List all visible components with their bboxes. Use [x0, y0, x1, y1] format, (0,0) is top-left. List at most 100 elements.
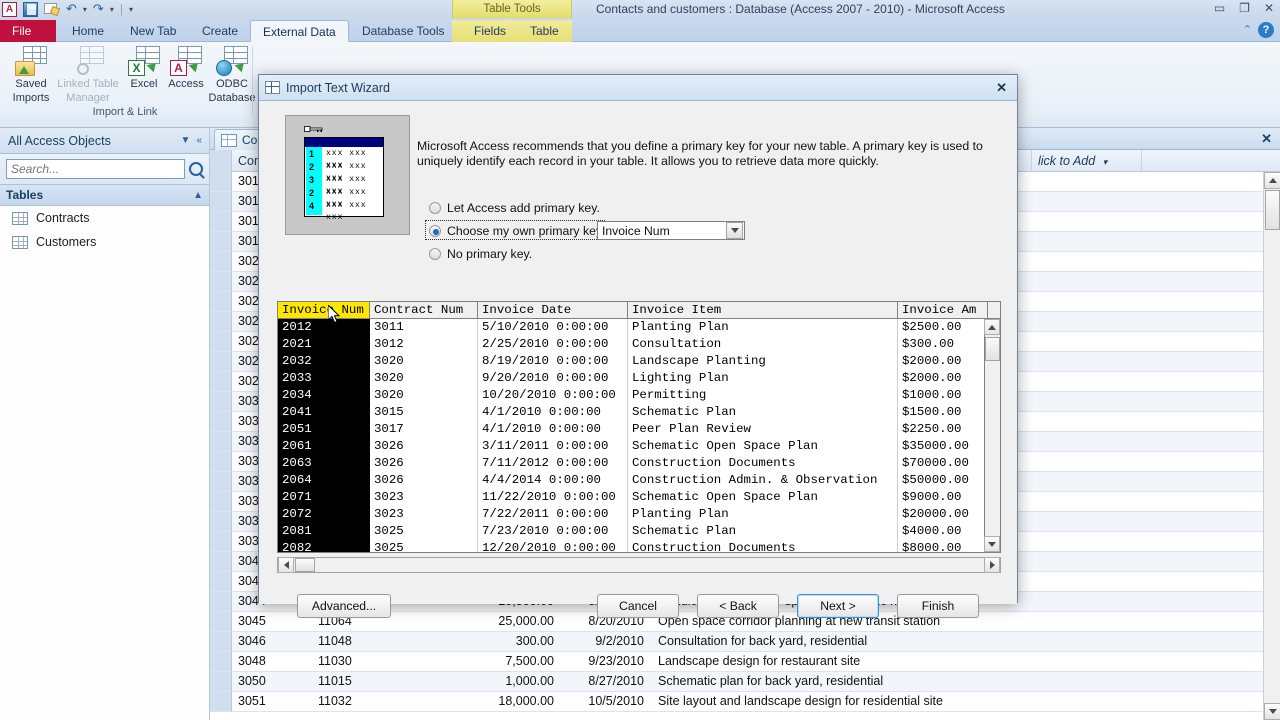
row-selector[interactable] — [210, 632, 232, 651]
option-choose-own[interactable]: Choose my own primary key. — [425, 220, 605, 241]
preview-grid-cell[interactable]: 3020 — [370, 370, 478, 387]
cell-date[interactable]: 8/27/2010 — [562, 672, 652, 691]
cell-contract-id[interactable]: 3051 — [232, 692, 312, 711]
preview-grid-cell[interactable]: 3025 — [370, 523, 478, 540]
cell-contract-id[interactable]: 3046 — [232, 632, 312, 651]
search-icon[interactable] — [189, 162, 203, 176]
preview-grid-cell[interactable]: 3020 — [370, 387, 478, 404]
preview-grid-cell[interactable]: $2000.00 — [898, 353, 988, 370]
preview-grid-cell[interactable]: $300.00 — [898, 336, 988, 353]
preview-grid-cell[interactable]: Schematic Open Space Plan — [628, 438, 898, 455]
scroll-down-button[interactable] — [1264, 703, 1280, 720]
cell-date[interactable]: 9/2/2010 — [562, 632, 652, 651]
finish-button[interactable]: Finish — [897, 594, 979, 618]
preview-grid-cell[interactable]: 2081 — [278, 523, 370, 540]
redo-icon[interactable]: ↷ — [93, 1, 104, 17]
collapse-nav-pane-icon[interactable]: « — [193, 135, 205, 146]
radio-choose-own[interactable] — [429, 224, 441, 237]
cell-description[interactable]: Schematic plan for back yard, residentia… — [652, 672, 1272, 691]
preview-grid-cell[interactable]: 3011 — [370, 319, 478, 336]
preview-column-header[interactable]: Invoice Am — [898, 302, 988, 318]
row-selector[interactable] — [210, 452, 232, 471]
preview-grid-cell[interactable]: 2/25/2010 0:00:00 — [478, 336, 628, 353]
preview-grid-cell[interactable]: Construction Admin. & Observation — [628, 472, 898, 489]
preview-grid-row[interactable]: 2081 3025 7/23/2010 0:00:00 Schematic Plan $… — [278, 523, 1000, 540]
row-selector[interactable] — [210, 672, 232, 691]
custom-tool-icon[interactable] — [44, 1, 61, 17]
preview-grid-cell[interactable]: 4/1/2010 0:00:00 — [478, 404, 628, 421]
preview-scroll-down-button[interactable] — [984, 536, 1000, 552]
tab-table[interactable]: Table — [518, 20, 571, 42]
tab-home[interactable]: Home — [60, 20, 116, 42]
preview-grid-cell[interactable]: 3026 — [370, 455, 478, 472]
preview-grid-cell[interactable]: 5/10/2010 0:00:00 — [478, 319, 628, 336]
preview-grid-cell[interactable]: 12/20/2010 0:00:00 — [478, 540, 628, 552]
table-row[interactable]: 3050 11015 1,000.00 8/27/2010 Schematic plan… — [210, 672, 1280, 692]
cell-contract-num[interactable]: 11048 — [312, 632, 432, 651]
scroll-up-button[interactable] — [1264, 172, 1280, 189]
preview-grid-cell[interactable]: 9/20/2010 0:00:00 — [478, 370, 628, 387]
preview-grid-row[interactable]: 2072 3023 7/22/2011 0:00:00 Planting Plan $2… — [278, 506, 1000, 523]
option-let-access-add[interactable]: Let Access add primary key. — [429, 197, 605, 218]
preview-grid-row[interactable]: 2012 3011 5/10/2010 0:00:00 Planting Plan $2… — [278, 319, 1000, 336]
chevron-up-icon[interactable]: ▲ — [193, 190, 203, 201]
preview-grid-row[interactable]: 2082 3025 12/20/2010 0:00:00 Construction D… — [278, 540, 1000, 552]
radio-no-primary-key[interactable] — [429, 247, 441, 260]
preview-grid-cell[interactable]: Schematic Open Space Plan — [628, 489, 898, 506]
preview-column-header[interactable]: Contract Num — [370, 302, 478, 318]
preview-grid-cell[interactable]: Schematic Plan — [628, 404, 898, 421]
cell-contract-id[interactable]: 3048 — [232, 652, 312, 671]
preview-grid-cell[interactable]: 7/11/2012 0:00:00 — [478, 455, 628, 472]
select-all-corner[interactable] — [210, 150, 232, 172]
row-selector[interactable] — [210, 172, 232, 191]
preview-grid-cell[interactable]: $2500.00 — [898, 319, 988, 336]
primary-key-select[interactable]: Invoice Num — [597, 221, 745, 240]
preview-grid-cell[interactable]: $9000.00 — [898, 489, 988, 506]
chevron-down-icon[interactable]: ▼ — [178, 135, 194, 146]
preview-grid-row[interactable]: 2033 3020 9/20/2010 0:00:00 Lighting Plan $2… — [278, 370, 1000, 387]
preview-grid-cell[interactable]: 3017 — [370, 421, 478, 438]
cell-contract-num[interactable]: 11030 — [312, 652, 432, 671]
row-selector[interactable] — [210, 652, 232, 671]
preview-grid-row[interactable]: 2032 3020 8/19/2010 0:00:00 Landscape Plant… — [278, 353, 1000, 370]
preview-horizontal-scrollbar[interactable] — [277, 557, 1001, 573]
preview-grid-cell[interactable]: $35000.00 — [898, 438, 988, 455]
table-row[interactable]: 3051 11032 18,000.00 10/5/2010 Site layout a… — [210, 692, 1280, 712]
preview-vertical-scrollbar[interactable] — [984, 319, 1000, 552]
preview-grid-cell[interactable]: 2063 — [278, 455, 370, 472]
preview-grid-cell[interactable]: 4/4/2014 0:00:00 — [478, 472, 628, 489]
tab-database-tools[interactable]: Database Tools — [350, 20, 457, 42]
preview-grid-cell[interactable]: Consultation — [628, 336, 898, 353]
preview-grid-cell[interactable]: 8/19/2010 0:00:00 — [478, 353, 628, 370]
row-selector[interactable] — [210, 592, 232, 611]
preview-scroll-left-button[interactable] — [278, 557, 294, 573]
ribbon-tab-strip[interactable]: File Home New Tab Create External Data D… — [0, 20, 1280, 42]
cell-description[interactable]: Consultation for back yard, residential — [652, 632, 1272, 651]
preview-grid-row[interactable]: 2063 3026 7/11/2012 0:00:00 Construction Do… — [278, 455, 1000, 472]
preview-grid-row[interactable]: 2021 3012 2/25/2010 0:00:00 Consultation $30… — [278, 336, 1000, 353]
primary-key-options[interactable]: Let Access add primary key. Choose my ow… — [425, 197, 605, 264]
preview-grid-cell[interactable]: $4000.00 — [898, 523, 988, 540]
preview-grid-cell[interactable]: Peer Plan Review — [628, 421, 898, 438]
column-header-click-to-add[interactable]: lick to Add ▾ — [1032, 150, 1142, 172]
chevron-down-icon-combo[interactable] — [726, 222, 743, 239]
preview-horizontal-thumb[interactable] — [295, 558, 315, 572]
preview-grid-rows[interactable]: 2012 3011 5/10/2010 0:00:00 Planting Plan $2… — [278, 319, 1000, 552]
cell-amount[interactable]: 300.00 — [432, 632, 562, 651]
preview-grid-cell[interactable]: 2012 — [278, 319, 370, 336]
radio-let-access-add[interactable] — [429, 201, 441, 214]
quick-access-toolbar[interactable]: A ↶ ▾ ↷ ▾ | ▾ — [2, 1, 133, 17]
preview-grid-cell[interactable]: Planting Plan — [628, 319, 898, 336]
ribbon-collapse-icon[interactable]: ⌃ — [1243, 23, 1252, 36]
preview-grid-cell[interactable]: Landscape Planting — [628, 353, 898, 370]
option-no-primary-key[interactable]: No primary key. — [429, 243, 605, 264]
preview-grid-cell[interactable]: 3012 — [370, 336, 478, 353]
row-selector[interactable] — [210, 432, 232, 451]
preview-column-header[interactable]: Invoice Num — [278, 302, 370, 318]
tab-file[interactable]: File — [0, 20, 56, 42]
advanced-button[interactable]: Advanced... — [297, 594, 391, 618]
row-selector[interactable] — [210, 352, 232, 371]
row-selector[interactable] — [210, 192, 232, 211]
restore-button[interactable]: ❐ — [1239, 1, 1250, 15]
preview-grid-cell[interactable]: $2000.00 — [898, 370, 988, 387]
